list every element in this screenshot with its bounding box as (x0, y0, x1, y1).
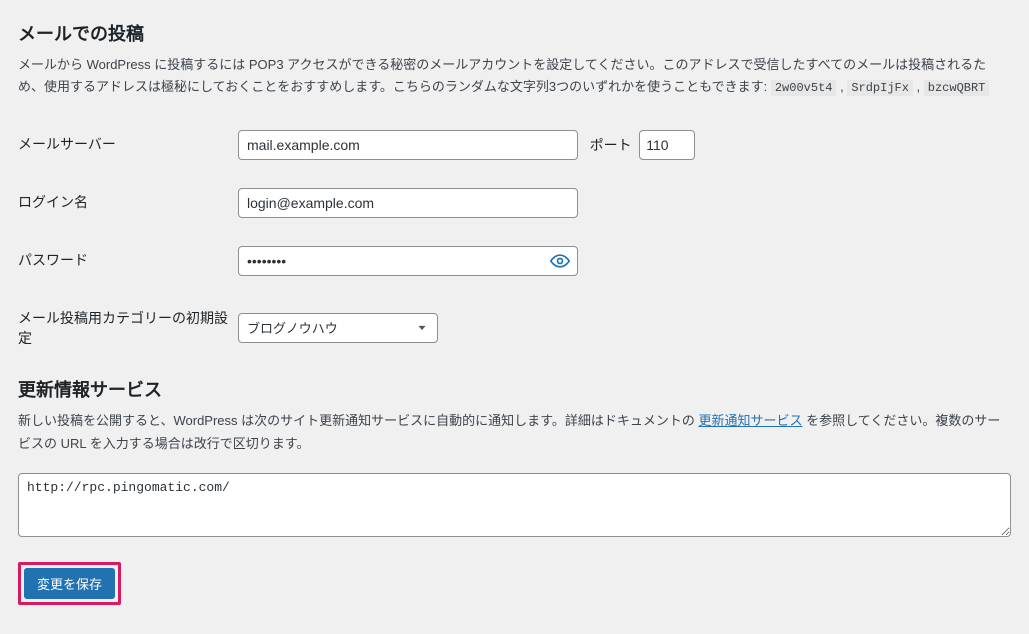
sep1: , (836, 79, 847, 94)
login-name-label: ログイン名 (18, 174, 238, 232)
default-mail-category-select[interactable]: ブログノウハウ (238, 313, 438, 343)
update-services-heading: 更新情報サービス (18, 376, 1011, 402)
port-input[interactable] (639, 130, 695, 160)
password-label: パスワード (18, 232, 238, 290)
update-services-doc-link[interactable]: 更新通知サービス (698, 413, 802, 428)
password-visibility-toggle[interactable] (543, 247, 577, 275)
sep2: , (913, 79, 924, 94)
random-key-3: bzcwQBRT (924, 80, 990, 96)
submit-highlight: 変更を保存 (18, 562, 121, 605)
mail-posting-description: メールから WordPress に投稿するには POP3 アクセスができる秘密の… (18, 54, 1011, 98)
password-input[interactable] (238, 246, 578, 276)
update-services-description: 新しい投稿を公開すると、WordPress は次のサイト更新通知サービスに自動的… (18, 410, 1011, 454)
mail-posting-heading: メールでの投稿 (18, 20, 1011, 46)
port-label: ポート (590, 137, 632, 153)
random-key-2: SrdpIjFx (847, 80, 913, 96)
default-mail-category-label: メール投稿用カテゴリーの初期設定 (18, 290, 238, 366)
mail-server-label: メールサーバー (18, 116, 238, 174)
login-name-input[interactable] (238, 188, 578, 218)
save-changes-button[interactable]: 変更を保存 (24, 568, 115, 599)
random-key-1: 2w00v5t4 (771, 80, 837, 96)
mail-server-input[interactable] (238, 130, 578, 160)
update-desc-pre: 新しい投稿を公開すると、WordPress は次のサイト更新通知サービスに自動的… (18, 413, 698, 428)
eye-icon (550, 251, 570, 271)
ping-sites-textarea[interactable]: http://rpc.pingomatic.com/ (18, 473, 1011, 537)
